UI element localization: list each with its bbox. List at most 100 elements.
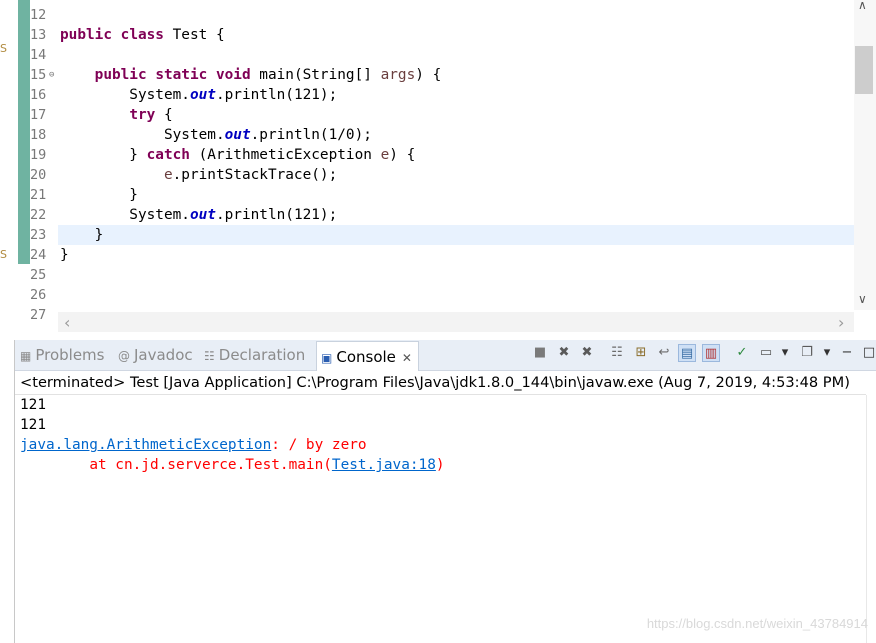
tab-problems[interactable]: ▦ Problems (20, 340, 104, 371)
code-line: System.out.println(121); (60, 205, 337, 225)
editor-scroll-thumb[interactable] (855, 46, 873, 94)
remove-launch-icon[interactable]: ✖ (555, 344, 573, 362)
code-token: out (189, 87, 216, 103)
terminated-status-line: <terminated> Test [Java Application] C:\… (20, 374, 850, 391)
code-token: .println(1/0); (250, 127, 372, 143)
stack-trace-link[interactable]: Test.java:18 (332, 457, 436, 473)
code-token: ) { (389, 147, 416, 163)
terminate-icon[interactable]: ■ (531, 344, 549, 362)
code-line: try { (60, 105, 173, 125)
console-icon: ▣ (321, 351, 333, 365)
fold-toggle-icon[interactable]: ⊖ (49, 65, 54, 85)
code-line: } (60, 185, 138, 205)
code-token: (ArithmeticException (189, 147, 381, 163)
console-line: at cn.jd.serverce.Test.main(Test.java:18… (20, 455, 445, 475)
console-text: at cn.jd.serverce.Test.main( (20, 457, 332, 473)
line-number: 22 (30, 207, 47, 223)
console-line: 121 (20, 415, 46, 435)
remove-all-terminated-icon[interactable]: ✖ (578, 344, 596, 362)
code-editor[interactable]: S S 12131415⊖16171819202122232425261127 … (0, 0, 876, 334)
code-token: void (215, 67, 251, 83)
show-on-stdout-icon[interactable]: ▤ (678, 344, 696, 362)
code-token: e (163, 167, 173, 183)
code-token: .printStackTrace(); (172, 167, 338, 183)
show-on-stderr-icon[interactable]: ▥ (702, 344, 720, 362)
line-number: 21 (30, 187, 47, 203)
maximize-icon[interactable]: □ (860, 344, 876, 362)
code-text-area[interactable]: public class Test { public static void m… (58, 0, 854, 310)
code-token: } (60, 147, 147, 163)
scroll-left-icon[interactable]: ‹ (64, 313, 70, 332)
scroll-right-icon[interactable]: › (838, 313, 844, 332)
code-token: out (224, 127, 251, 143)
open-console-icon[interactable]: ❐ (798, 344, 816, 362)
word-wrap-icon[interactable]: ↩ (655, 344, 673, 362)
console-text: : / by zero (271, 437, 367, 453)
minimize-icon[interactable]: − (838, 344, 856, 362)
editor-horizontal-scrollbar[interactable] (58, 312, 854, 332)
code-token: e (380, 147, 390, 163)
tab-console[interactable]: ▣ Console ✕ (316, 341, 419, 371)
tab-label: Problems (35, 346, 105, 364)
line-number: 19 (30, 147, 47, 163)
line-number: 17 (30, 107, 47, 123)
scroll-lock-icon[interactable]: ⊞ (632, 344, 650, 362)
tab-javadoc[interactable]: @ Javadoc (118, 340, 193, 371)
console-text: 121 (20, 417, 46, 433)
code-line: System.out.println(1/0); (60, 125, 372, 145)
line-number: 20 (30, 167, 47, 183)
close-tab-icon[interactable]: ✕ (402, 351, 412, 365)
code-token: System. (60, 207, 190, 223)
code-token: class (120, 27, 164, 43)
line-number: 13 (30, 27, 47, 43)
open-console-dropdown-icon[interactable]: ▾ (818, 344, 836, 362)
code-token: .println(121); (215, 207, 338, 223)
code-token: } (60, 247, 69, 263)
tab-declaration[interactable]: ☷ Declaration (204, 340, 305, 371)
code-token: catch (146, 147, 190, 163)
line-number: 26 (30, 287, 47, 303)
code-token: static (155, 67, 208, 83)
watermark: https://blog.csdn.net/weixin_43784914 (646, 616, 868, 631)
code-token: try (129, 107, 156, 123)
current-line-highlight (58, 225, 854, 245)
console-vertical-scrollbar[interactable] (866, 395, 876, 643)
code-token: public (60, 27, 112, 43)
console-line: 121 (20, 395, 46, 415)
code-line: System.out.println(121); (60, 85, 337, 105)
code-line: public class Test { (60, 25, 225, 45)
clear-console-icon[interactable]: ☷ (608, 344, 626, 362)
code-token: } (60, 227, 104, 243)
scroll-up-icon[interactable]: ∧ (858, 0, 867, 12)
code-token: Test { (163, 27, 225, 43)
code-token: public (94, 67, 147, 83)
console-text: ) (435, 457, 445, 473)
display-console-dropdown-icon[interactable]: ▾ (776, 344, 794, 362)
stack-trace-link[interactable]: java.lang.ArithmeticException (20, 437, 271, 453)
console-text: 121 (20, 397, 46, 413)
line-number: 16 (30, 87, 47, 103)
code-line: } catch (ArithmeticException e) { (60, 145, 415, 165)
code-line: e.printStackTrace(); (60, 165, 337, 185)
console-output[interactable]: 121 121 java.lang.ArithmeticException: / b… (20, 395, 866, 635)
code-line: } (60, 225, 104, 245)
code-token: ) { (415, 67, 442, 83)
code-token: { (155, 107, 173, 123)
edge-mark: S (0, 42, 7, 55)
display-console-icon[interactable]: ▭ (757, 344, 775, 362)
pin-console-icon[interactable]: ✓ (733, 344, 751, 362)
code-token: System. (60, 127, 225, 143)
line-number: 23 (30, 227, 47, 243)
left-panel-edge: S S (0, 0, 18, 334)
code-line: } (60, 245, 69, 265)
edge-mark: S (0, 248, 7, 261)
tab-label: Javadoc (134, 346, 193, 364)
scroll-down-icon[interactable]: ∨ (858, 292, 867, 306)
code-token: System. (60, 87, 190, 103)
code-token: } (60, 187, 138, 203)
code-token: .println(121); (215, 87, 338, 103)
code-token: args (380, 67, 416, 83)
tab-label: Console (336, 348, 396, 366)
